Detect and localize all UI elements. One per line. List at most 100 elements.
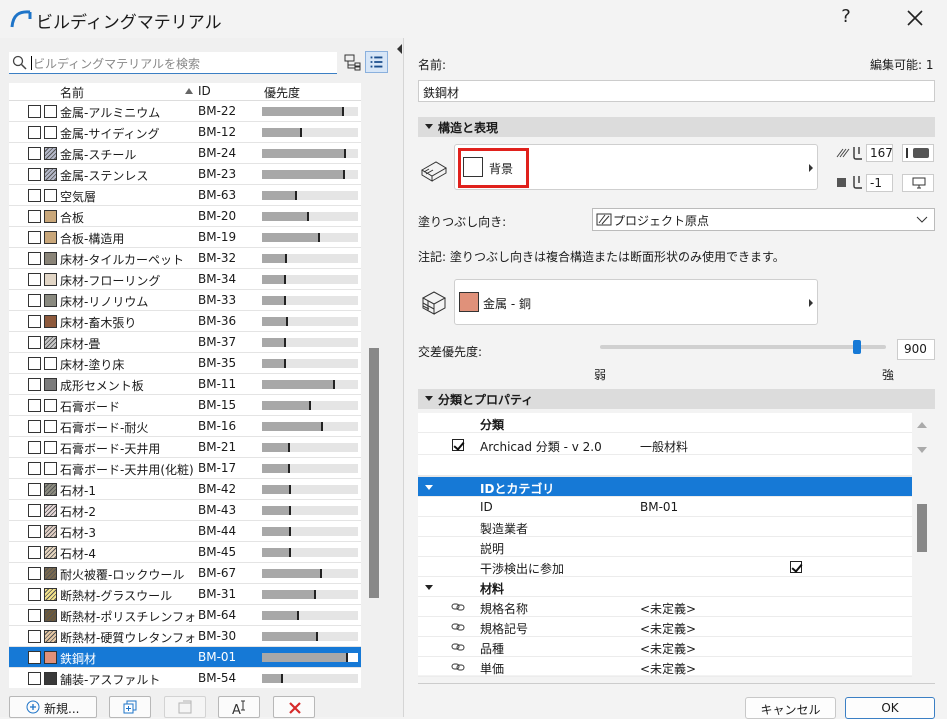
list-item[interactable]: 床材-リノリウム BM-33 xyxy=(9,290,361,311)
material-id: BM-20 xyxy=(198,209,237,223)
duplicate-button[interactable] xyxy=(109,696,151,718)
classification-checkbox[interactable] xyxy=(452,439,464,451)
list-item[interactable]: 石膏ボード-天井用 BM-21 xyxy=(9,437,361,458)
list-item[interactable]: 合板 BM-20 xyxy=(9,206,361,227)
pen-number-value: 167 xyxy=(870,146,893,160)
list-item[interactable]: 耐火被覆-ロックウール BM-67 xyxy=(9,563,361,584)
list-item[interactable]: 金属-サイディング BM-12 xyxy=(9,122,361,143)
list-item[interactable]: 石材-3 BM-44 xyxy=(9,521,361,542)
list-item[interactable]: 石膏ボード-耐火 BM-16 xyxy=(9,416,361,437)
visibility-swatch xyxy=(28,588,41,601)
cut-fill-button[interactable]: 背景 xyxy=(454,144,818,190)
list-item[interactable]: 鉄鋼材 BM-01 xyxy=(9,647,361,668)
collapse-panel-icon[interactable] xyxy=(397,44,402,54)
intersection-value-field[interactable]: 900 xyxy=(897,339,935,360)
priority-bar-fill xyxy=(262,485,291,494)
section-classification[interactable]: 分類とプロパティ xyxy=(418,389,935,409)
search-input[interactable]: ビルディングマテリアルを検索 xyxy=(9,52,337,74)
list-item[interactable]: 断熱材-ポリスチレンフォームBM-64 xyxy=(9,605,361,626)
import-button[interactable] xyxy=(164,696,206,718)
material-header-row[interactable]: 材料 xyxy=(418,577,912,597)
fill-orientation-dropdown[interactable]: プロジェクト原点 xyxy=(592,208,935,231)
prop-row-description[interactable]: 説明 xyxy=(418,537,912,557)
scroll-up-icon[interactable] xyxy=(916,421,928,429)
list-view-icon[interactable] xyxy=(365,51,388,73)
add-icon xyxy=(26,700,40,714)
scroll-down-icon[interactable] xyxy=(916,446,928,454)
material-color-swatch xyxy=(44,483,57,496)
background-display-button[interactable] xyxy=(902,174,934,192)
ok-button[interactable]: OK xyxy=(845,697,935,719)
list-item[interactable]: 金属-スチール BM-24 xyxy=(9,143,361,164)
id-category-header-row[interactable]: IDとカテゴリ xyxy=(418,477,912,497)
pen-color-button[interactable] xyxy=(902,144,934,162)
list-item[interactable]: 断熱材-硬質ウレタンフォ... BM-30 xyxy=(9,626,361,647)
material-name-field[interactable]: 鉄鋼材 xyxy=(418,80,935,102)
fill-orientation-value: プロジェクト原点 xyxy=(613,214,710,228)
list-scrollbar[interactable] xyxy=(369,348,379,598)
priority-bar xyxy=(262,359,358,368)
list-item[interactable]: 床材-畜木張り BM-36 xyxy=(9,311,361,332)
prop-row-unit-price[interactable]: 単価 <未定義> xyxy=(418,657,912,677)
material-color-swatch xyxy=(44,126,57,139)
visibility-swatch xyxy=(28,672,41,685)
prop-row-spec-name[interactable]: 規格名称 <未定義> xyxy=(418,597,912,617)
list-item[interactable]: 床材-フローリング BM-34 xyxy=(9,269,361,290)
classification-row[interactable]: Archicad 分類 - v 2.0 一般材料 xyxy=(418,435,912,455)
prop-row-id[interactable]: ID BM-01 xyxy=(418,497,912,517)
list-item[interactable]: 金属-ステンレス BM-23 xyxy=(9,164,361,185)
prop-row-collision[interactable]: 干渉検出に参加 xyxy=(418,557,912,577)
cancel-button[interactable]: キャンセル xyxy=(745,697,836,719)
column-id[interactable]: ID xyxy=(198,84,211,98)
list-item[interactable]: 床材-タイルカーペット BM-32 xyxy=(9,248,361,269)
priority-marker xyxy=(314,590,316,599)
list-item[interactable]: 石膏ボード-天井用(化粧) BM-17 xyxy=(9,458,361,479)
column-name[interactable]: 名前 xyxy=(60,84,84,101)
background-pen-field[interactable]: -1 xyxy=(866,174,893,192)
collision-checkbox[interactable] xyxy=(790,561,802,573)
priority-bar-fill xyxy=(262,443,290,452)
list-item[interactable]: 舗装-アスファルト BM-54 xyxy=(9,668,361,688)
prop-row-spec-code[interactable]: 規格記号 <未定義> xyxy=(418,617,912,637)
list-item[interactable]: 石材-1 BM-42 xyxy=(9,479,361,500)
column-priority[interactable]: 優先度 xyxy=(264,84,300,101)
list-item[interactable]: 石材-4 BM-45 xyxy=(9,542,361,563)
visibility-swatch xyxy=(28,483,41,496)
visibility-swatch xyxy=(28,273,41,286)
intersection-slider-track[interactable] xyxy=(600,345,886,349)
list-item[interactable]: 断熱材-グラスウール BM-31 xyxy=(9,584,361,605)
prop-row-grade[interactable]: 品種 <未定義> xyxy=(418,637,912,657)
panel-divider[interactable] xyxy=(392,38,404,717)
close-icon[interactable] xyxy=(903,6,927,30)
new-material-button[interactable]: 新規... xyxy=(9,696,97,718)
list-item[interactable]: 床材-畳 BM-37 xyxy=(9,332,361,353)
prop-value: <未定義> xyxy=(640,662,697,676)
priority-bar-fill xyxy=(262,359,286,368)
intersection-slider-thumb[interactable] xyxy=(853,340,861,354)
monitor-icon xyxy=(912,177,926,189)
rename-button[interactable]: A xyxy=(218,696,260,718)
priority-bar-fill xyxy=(262,548,291,557)
list-item[interactable]: 石膏ボード BM-15 xyxy=(9,395,361,416)
title-bar: ビルディングマテリアル ? xyxy=(0,0,947,38)
list-item[interactable]: 合板-構造用 BM-19 xyxy=(9,227,361,248)
delete-button[interactable] xyxy=(273,696,315,718)
list-item[interactable]: 成形セメント板 BM-11 xyxy=(9,374,361,395)
surface-button[interactable]: 金属 - 銅 xyxy=(454,279,818,325)
pen-number-field[interactable]: 167 xyxy=(866,144,893,162)
properties-scrollbar[interactable] xyxy=(917,504,927,552)
list-item[interactable]: 空気層 BM-63 xyxy=(9,185,361,206)
visibility-swatch xyxy=(28,525,41,538)
list-item[interactable]: 石材-2 BM-43 xyxy=(9,500,361,521)
help-button[interactable]: ? xyxy=(836,6,856,30)
folder-view-icon[interactable] xyxy=(343,52,363,72)
sort-ascending-icon xyxy=(185,88,193,94)
section-structure[interactable]: 構造と表現 xyxy=(418,117,935,137)
material-id: BM-42 xyxy=(198,482,237,496)
link-icon xyxy=(451,603,465,611)
prop-row-manufacturer[interactable]: 製造業者 xyxy=(418,517,912,537)
list-item[interactable]: 床材-塗り床 BM-35 xyxy=(9,353,361,374)
material-name: 断熱材-ポリスチレンフォーム xyxy=(60,610,197,624)
list-item[interactable]: 金属-アルミニウム BM-22 xyxy=(9,101,361,122)
import-icon xyxy=(178,700,192,714)
